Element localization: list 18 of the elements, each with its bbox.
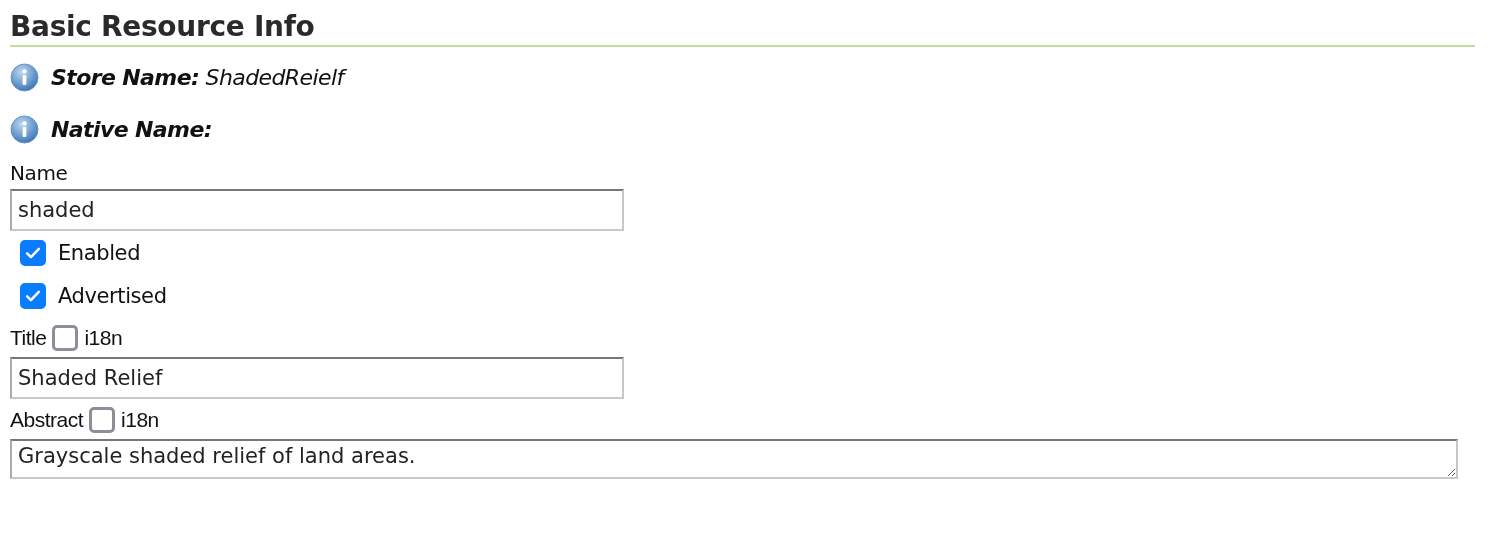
checkbox-label: Enabled [58, 240, 141, 265]
checkbox[interactable] [20, 282, 46, 309]
info-icon [10, 114, 39, 144]
info-icon [10, 62, 39, 92]
name-field[interactable]: shaded [10, 189, 624, 231]
checkbox-label: i18n [84, 326, 123, 350]
checkbox[interactable] [89, 407, 116, 433]
checkbox[interactable] [20, 239, 46, 266]
section-heading: Basic Resource Info [10, 10, 316, 43]
title-field[interactable]: Shaded Relief [10, 357, 624, 399]
info-text: Native Name: [51, 116, 212, 142]
checkbox[interactable] [52, 325, 79, 351]
checkbox-label: Advertised [58, 283, 167, 308]
checkbox-label: i18n [121, 408, 159, 432]
field-label: Abstract [10, 408, 84, 432]
field-label: Title [10, 326, 47, 350]
field-label: Name [10, 161, 69, 185]
abstract-field[interactable]: Grayscale shaded relief of land areas. [10, 439, 1458, 479]
